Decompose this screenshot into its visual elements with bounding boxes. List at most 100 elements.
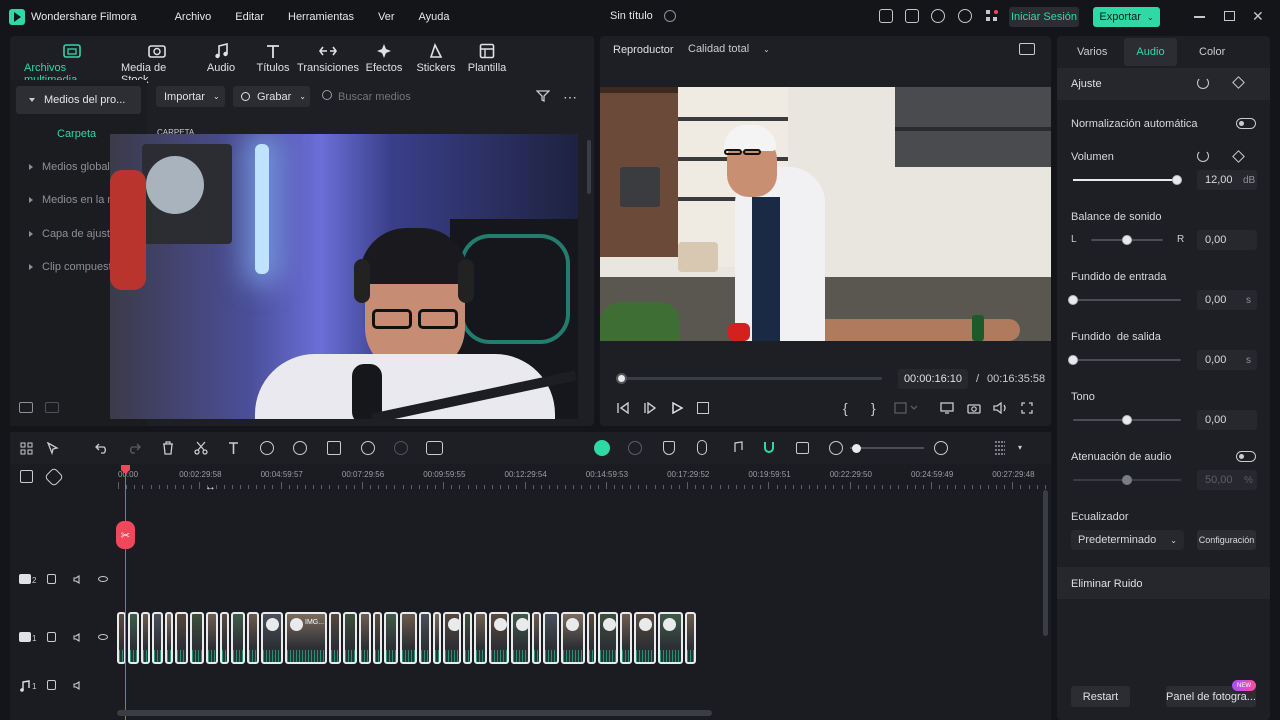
auto-ripple-icon[interactable] [594, 440, 610, 456]
speaker-icon[interactable] [73, 575, 83, 584]
tab-audio-props[interactable]: Audio [1124, 38, 1177, 66]
select-pointer-icon[interactable] [46, 442, 60, 456]
playback-progress-track[interactable] [616, 377, 882, 380]
microphone-icon[interactable] [697, 440, 707, 455]
zoom-out-icon[interactable] [829, 441, 843, 455]
split-view-icon[interactable] [894, 402, 918, 414]
search-input[interactable] [338, 86, 518, 107]
zoom-slider[interactable] [850, 447, 924, 449]
reset-icon[interactable] [1197, 77, 1209, 89]
cloud-upload-icon[interactable] [931, 9, 945, 23]
redo-icon[interactable] [127, 442, 141, 454]
play-icon[interactable] [670, 402, 684, 414]
add-track-icon[interactable] [20, 470, 33, 483]
play-range-icon[interactable] [643, 402, 657, 414]
video-clip[interactable] [152, 612, 163, 664]
color-palette-icon[interactable] [293, 441, 307, 455]
filter-icon[interactable] [536, 90, 550, 102]
snap-magnet-icon[interactable] [762, 440, 776, 455]
fullscreen-icon[interactable] [1021, 402, 1033, 414]
video-clip[interactable] [433, 612, 441, 664]
video-clip[interactable] [543, 612, 559, 664]
reset-button[interactable]: Restart [1071, 686, 1130, 707]
fit-timeline-icon[interactable] [796, 442, 809, 454]
video-clip[interactable] [463, 612, 472, 664]
menu-ayuda[interactable]: Ayuda [419, 11, 450, 23]
zoom-slider-knob[interactable] [852, 444, 861, 453]
layout-grid-icon[interactable] [20, 442, 33, 455]
volume-slider[interactable] [1073, 179, 1181, 181]
current-time-display[interactable]: 00:00:16:10 [898, 369, 968, 389]
video-clip[interactable] [587, 612, 596, 664]
playhead-line[interactable] [125, 466, 126, 720]
tab-transiciones[interactable]: Transiciones [297, 42, 359, 74]
camera-icon[interactable] [967, 402, 981, 414]
video-clip[interactable] [206, 612, 218, 664]
scissors-icon[interactable] [194, 441, 208, 455]
video-clip[interactable] [329, 612, 341, 664]
close-icon[interactable]: ✕ [1252, 8, 1264, 25]
timer-icon[interactable] [361, 441, 375, 455]
headset-icon[interactable] [958, 9, 972, 23]
restore-icon[interactable] [1224, 11, 1235, 21]
new-folder-icon[interactable] [19, 402, 33, 413]
timeline-vertical-scrollbar[interactable] [1043, 490, 1048, 636]
playback-scrubber[interactable] [615, 373, 627, 384]
display-icon[interactable] [940, 402, 954, 414]
video-clip[interactable] [141, 612, 150, 664]
speaker-icon[interactable] [73, 681, 83, 690]
pitch-slider-knob[interactable] [1122, 415, 1132, 425]
split-at-playhead-button[interactable]: ✂ [116, 521, 135, 549]
render-icon[interactable] [628, 441, 642, 455]
record-button[interactable]: Grabar ⌄ [233, 86, 310, 107]
layout-icon[interactable] [879, 9, 893, 23]
import-button[interactable]: Importar ⌄ [156, 86, 225, 107]
track-height-icon[interactable] [994, 440, 1006, 456]
video-clip[interactable] [231, 612, 245, 664]
video-clip[interactable]: IMG... [285, 612, 327, 664]
video-clip[interactable] [359, 612, 371, 664]
video-clip[interactable] [190, 612, 204, 664]
tab-titulos[interactable]: Títulos [253, 42, 293, 74]
tab-color[interactable]: Color [1199, 46, 1225, 58]
ducking-toggle[interactable] [1236, 451, 1256, 462]
tab-audio[interactable]: Audio [201, 42, 241, 74]
menu-archivo[interactable]: Archivo [175, 11, 212, 23]
login-button[interactable]: Iniciar Sesión [1009, 7, 1079, 27]
export-button[interactable]: Exportar ⌄ [1093, 7, 1160, 27]
fade-in-slider-knob[interactable] [1068, 295, 1078, 305]
minimize-icon[interactable] [1194, 16, 1205, 18]
video-clip[interactable] [220, 612, 229, 664]
fade-out-slider-knob[interactable] [1068, 355, 1078, 365]
equalizer-preset-select[interactable]: Predeterminado ⌄ [1071, 530, 1184, 550]
mark-in-icon[interactable]: { [843, 400, 848, 416]
video-clip[interactable] [474, 612, 487, 664]
timeline-horizontal-scrollbar[interactable] [117, 710, 712, 716]
video-clip[interactable] [511, 612, 530, 664]
video-clip[interactable] [373, 612, 382, 664]
video-clip[interactable] [400, 612, 417, 664]
video-clip[interactable] [634, 612, 656, 664]
volume-slider-knob[interactable] [1171, 175, 1182, 185]
fade-out-slider[interactable] [1073, 359, 1181, 361]
video-clip[interactable] [165, 612, 173, 664]
sidebar-item-project-media[interactable]: Medios del pro... [16, 86, 141, 114]
video-clip[interactable] [128, 612, 139, 664]
eye-icon[interactable] [98, 576, 108, 582]
pitch-value[interactable]: 0,00 [1197, 410, 1257, 430]
folder-icon[interactable] [45, 402, 59, 413]
lock-icon[interactable] [47, 680, 56, 690]
stop-icon[interactable] [697, 402, 709, 414]
video-clip[interactable] [620, 612, 632, 664]
crop-icon[interactable] [327, 441, 341, 455]
music-edit-icon[interactable] [730, 441, 744, 455]
video-clip[interactable] [175, 612, 188, 664]
snapshot-quality-icon[interactable] [1019, 43, 1035, 55]
video-clip[interactable] [658, 612, 683, 664]
video-clip[interactable] [685, 612, 696, 664]
video-clip[interactable] [489, 612, 509, 664]
ai-tool-icon[interactable] [426, 441, 443, 455]
delete-icon[interactable] [162, 441, 174, 455]
menu-herramientas[interactable]: Herramientas [288, 11, 354, 23]
chevron-down-icon[interactable]: ▾ [1018, 443, 1022, 452]
